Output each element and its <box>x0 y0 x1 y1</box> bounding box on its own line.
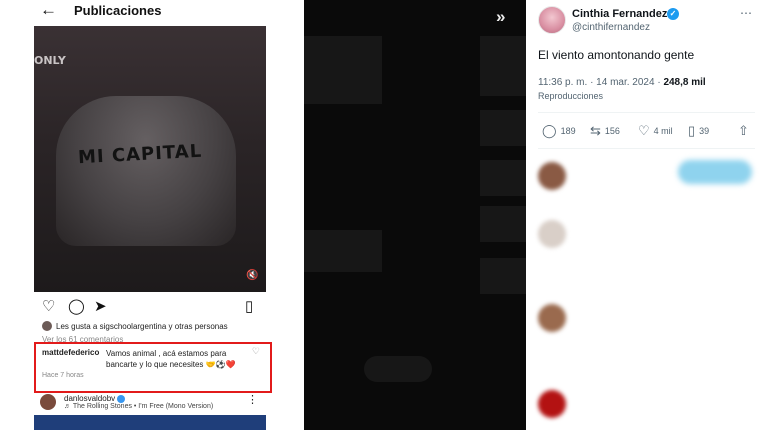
tweet-views: 248,8 mil <box>663 77 706 88</box>
reply-icon: ◯ <box>542 123 557 138</box>
highlighted-comment: mattdefederico Vamos animal , acá estamo… <box>34 342 272 393</box>
bookmark-count: 39 <box>699 125 710 136</box>
tweet-text: El viento amontonando gente <box>538 48 695 62</box>
dimmed-background: » <box>304 0 526 430</box>
more-horizontal-icon[interactable]: ⋯ <box>740 6 753 20</box>
likes-text[interactable]: Les gusta a sigschoolargentina y otras p… <box>56 322 228 331</box>
dim-block <box>480 206 526 242</box>
avatar[interactable] <box>40 394 56 410</box>
post-actions: ♡ ◯ ➤ ▯ <box>42 299 258 315</box>
send-icon[interactable]: ➤ <box>94 299 107 315</box>
divider <box>538 148 755 149</box>
heart-icon[interactable]: ♡ <box>42 299 55 315</box>
comment-timestamp: Hace 7 horas <box>42 372 84 379</box>
author-name[interactable]: Cinthia Fernandez <box>572 8 667 20</box>
photo-top-text: ONLY <box>34 54 66 67</box>
dim-block <box>480 258 526 294</box>
bookmark-icon[interactable]: ▯ <box>245 299 253 315</box>
tweet-meta: 11:36 p. m. · 14 mar. 2024 · 248,8 mil <box>538 77 706 88</box>
views-label: Reproducciones <box>538 91 604 101</box>
reply-button[interactable]: ◯ 189 <box>542 124 576 137</box>
next-post-song[interactable]: ♬ The Rolling Stones • I'm Free (Mono Ve… <box>64 403 213 410</box>
heart-icon: ♡ <box>638 123 650 138</box>
dim-block <box>480 36 526 96</box>
more-vertical-icon[interactable]: ⋮ <box>247 394 258 406</box>
retweet-count: 156 <box>604 125 620 136</box>
instagram-header: ← Publicaciones <box>0 0 304 22</box>
author-handle[interactable]: @cinthifernandez <box>572 22 650 33</box>
tweet-datetime[interactable]: 11:36 p. m. · 14 mar. 2024 · <box>538 77 661 88</box>
dim-block <box>480 110 526 146</box>
tweet-stats: ◯ 189 ⇆ 156 ♡ 4 mil ▯ 39 ⇧ <box>538 124 755 140</box>
post-photo[interactable]: ONLY MI CAPITAL 🔇 <box>34 26 266 292</box>
dim-block <box>364 356 432 382</box>
reply-count: 189 <box>560 125 576 136</box>
next-post-media[interactable] <box>34 415 266 430</box>
bookmark-button[interactable]: ▯ 39 <box>688 124 709 137</box>
like-button[interactable]: ♡ 4 mil <box>638 124 673 137</box>
reply-avatar[interactable] <box>538 304 566 332</box>
likes-summary: Les gusta a sigschoolargentina y otras p… <box>42 321 228 331</box>
heart-icon[interactable]: ♡ <box>252 346 260 357</box>
reply-avatar[interactable] <box>538 390 566 418</box>
avatar <box>42 321 52 331</box>
dim-block <box>304 230 382 272</box>
speaker-muted-icon[interactable]: 🔇 <box>246 270 258 282</box>
retweet-icon: ⇆ <box>590 123 601 138</box>
chevrons-right-icon[interactable]: » <box>496 8 505 26</box>
dim-block <box>480 160 526 196</box>
share-icon: ⇧ <box>738 123 749 138</box>
next-post-header: danlosvaldobv ♬ The Rolling Stones • I'm… <box>40 394 264 414</box>
reply-avatar[interactable] <box>538 162 566 190</box>
share-button[interactable]: ⇧ <box>738 124 749 137</box>
screenshot-root: ← Publicaciones ONLY MI CAPITAL 🔇 ♡ ◯ ➤ … <box>0 0 767 430</box>
comment-icon[interactable]: ◯ <box>68 299 85 315</box>
back-arrow-icon[interactable]: ← <box>40 1 57 19</box>
comment-username[interactable]: mattdefederico <box>42 348 99 357</box>
blurred-reply-content <box>678 160 752 184</box>
tweet-panel: Cinthia Fernandez ✓ @cinthifernandez ⋯ E… <box>526 0 767 430</box>
like-count: 4 mil <box>653 125 673 136</box>
dim-block <box>304 36 382 104</box>
instagram-post-panel: ← Publicaciones ONLY MI CAPITAL 🔇 ♡ ◯ ➤ … <box>0 0 304 430</box>
verified-badge-icon: ✓ <box>667 8 679 20</box>
verified-badge-icon <box>117 394 126 403</box>
bookmark-icon: ▯ <box>688 123 696 138</box>
comment-text: Vamos animal , acá estamos para bancarte… <box>106 349 236 369</box>
reply-avatar[interactable] <box>538 220 566 248</box>
next-post-username[interactable]: danlosvaldobv <box>64 394 126 403</box>
avatar[interactable] <box>538 6 566 34</box>
page-title: Publicaciones <box>74 3 162 18</box>
divider <box>538 112 755 113</box>
retweet-button[interactable]: ⇆ 156 <box>590 124 620 137</box>
shirt-shape <box>56 96 236 246</box>
